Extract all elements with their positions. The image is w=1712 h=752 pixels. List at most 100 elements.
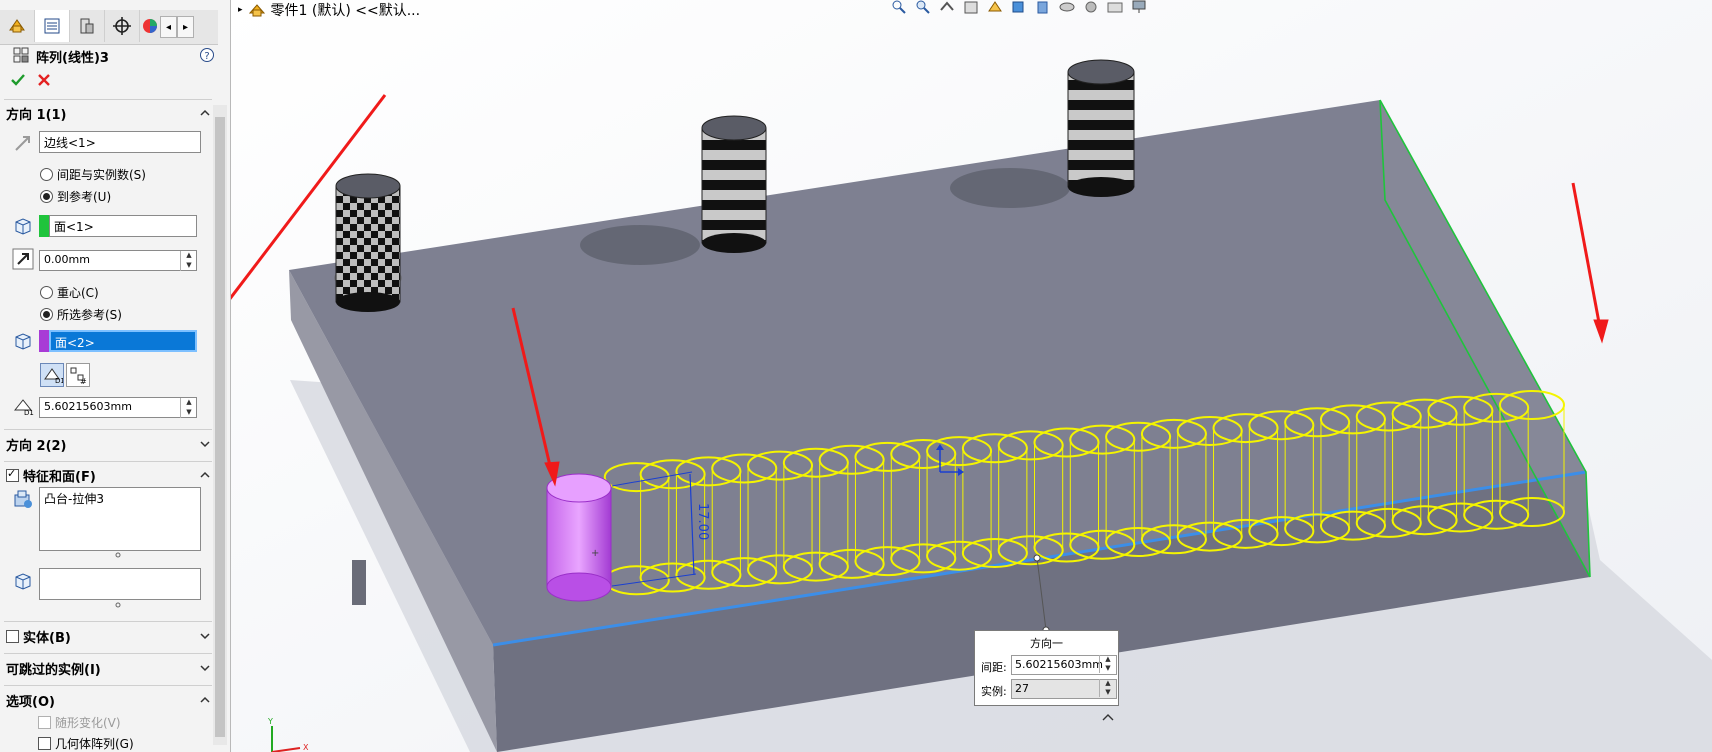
radio-selected-reference[interactable]: 所选参考(S) xyxy=(40,306,122,323)
feature-tree-breadcrumb[interactable]: ▸ 零件1 (默认) <<默认... xyxy=(238,0,420,20)
edit-appearance-icon[interactable] xyxy=(1082,0,1100,14)
faces-field[interactable] xyxy=(39,568,201,600)
vary-sketch-checkbox[interactable]: 随形变化(V) xyxy=(38,714,121,731)
configuration-manager-icon xyxy=(80,18,94,34)
features-checkbox[interactable]: 特征和面(F) xyxy=(6,466,96,485)
dimension-label[interactable]: 17.00 xyxy=(695,503,710,540)
tab-display-manager[interactable] xyxy=(140,10,160,42)
offset-arrow-icon[interactable] xyxy=(12,248,34,270)
support-post xyxy=(352,560,366,605)
radio-spacing-instances[interactable]: 间距与实例数(S) xyxy=(40,166,146,183)
checker-cylinder[interactable] xyxy=(334,173,402,312)
radio-centroid[interactable]: 重心(C) xyxy=(40,284,99,301)
spacing-input[interactable]: 5.60215603mm xyxy=(39,397,197,418)
spin-up-icon: ▲ xyxy=(1105,679,1111,687)
tab-scroll-left-button[interactable]: ◂ xyxy=(160,16,177,38)
bodies-header[interactable]: 实体(B) xyxy=(6,625,210,647)
chevron-down-icon xyxy=(200,441,210,448)
bodies-checkbox[interactable]: 实体(B) xyxy=(6,627,71,646)
radio-to-ref-label: 到参考(U) xyxy=(57,190,112,204)
options-header[interactable]: 选项(O) xyxy=(6,689,210,711)
features-label: 特征和面(F) xyxy=(23,469,96,485)
cancel-x-icon[interactable] xyxy=(36,72,52,88)
geometry-pattern-checkbox[interactable]: 几何体阵列(G) xyxy=(38,735,134,752)
graphics-viewport[interactable]: + 17.00 Y X xyxy=(231,0,1712,752)
features-list[interactable]: 凸台-拉伸3 xyxy=(39,487,201,551)
callout-anchor xyxy=(1033,554,1041,562)
previous-view-icon[interactable] xyxy=(938,0,956,14)
spin-down-icon: ▼ xyxy=(186,261,192,269)
faces-to-pattern-icon xyxy=(15,573,31,590)
help-icon[interactable]: ? xyxy=(199,47,215,63)
chevron-right-icon: ▸ xyxy=(182,21,189,33)
spacing-icon: D1 xyxy=(44,368,65,385)
chevron-down-icon xyxy=(200,633,210,640)
section-view-icon[interactable] xyxy=(962,0,980,14)
spin-down-icon: ▼ xyxy=(1105,664,1111,672)
ok-check-icon[interactable] xyxy=(10,72,26,88)
spin-down-icon: ▼ xyxy=(1105,688,1111,696)
page-title: 阵列(线性)3 xyxy=(36,51,109,66)
display-style-icon[interactable] xyxy=(1034,0,1052,14)
checkbox-box xyxy=(38,737,51,750)
crosshair-icon xyxy=(113,17,131,35)
offset-spinner[interactable]: ▲ ▼ xyxy=(180,251,197,271)
svg-text:?: ? xyxy=(204,51,209,62)
zoom-area-icon[interactable] xyxy=(914,0,932,14)
spin-up-icon: ▲ xyxy=(1105,655,1111,663)
direction1-header[interactable]: 方向 1(1) xyxy=(6,102,210,124)
heads-up-toolbar xyxy=(890,0,1148,14)
instance-count-mode-button[interactable]: # xyxy=(66,363,90,387)
svg-text:+: + xyxy=(591,548,599,559)
tab-scroll-right-button[interactable]: ▸ xyxy=(177,16,194,38)
spacing-spinner[interactable]: ▲ ▼ xyxy=(180,398,197,418)
checkbox-box xyxy=(6,467,19,482)
panel-scrollbar[interactable] xyxy=(213,105,227,745)
zoom-to-fit-icon[interactable] xyxy=(890,0,908,14)
callout-instances-spinner[interactable]: ▲ ▼ xyxy=(1099,679,1116,697)
view-orientation-icon[interactable] xyxy=(1010,0,1028,14)
radio-up-to-reference[interactable]: 到参考(U) xyxy=(40,188,111,205)
direction1-edge-field[interactable]: 边线<1> xyxy=(39,131,201,153)
expand-arrow-icon[interactable]: ▸ xyxy=(238,5,243,15)
seed-boss-cylinder[interactable]: + xyxy=(546,473,612,602)
direction-callout: 方向一 间距: 5.60215603mm 实例: 27 ▲ ▼ ▲ ▼ xyxy=(974,630,1119,706)
resize-handle-icon[interactable] xyxy=(115,602,121,608)
radio-selected-ref-label: 所选参考(S) xyxy=(57,308,122,322)
resize-handle-icon[interactable] xyxy=(115,552,121,558)
selected-reference-field[interactable]: 面<2> xyxy=(49,330,197,352)
tab-configuration-manager[interactable] xyxy=(70,10,105,42)
edge-direction-icon[interactable] xyxy=(12,132,34,154)
scrollbar-thumb[interactable] xyxy=(215,117,225,737)
appearance-icon xyxy=(143,19,157,33)
spacing-dimension-icon: D1 xyxy=(13,399,34,417)
list-item[interactable]: 凸台-拉伸3 xyxy=(44,490,196,507)
feature-manager-icon xyxy=(9,19,25,33)
part-icon xyxy=(248,4,265,17)
hide-show-icon[interactable] xyxy=(1058,0,1076,14)
features-header[interactable]: 特征和面(F) xyxy=(6,464,210,486)
skip-instances-header[interactable]: 可跳过的实例(I) xyxy=(6,657,210,679)
options-label: 选项(O) xyxy=(6,694,55,710)
dynamic-annotation-icon[interactable] xyxy=(986,0,1004,14)
apply-scene-icon[interactable] xyxy=(1106,0,1124,14)
direction2-header[interactable]: 方向 2(2) xyxy=(6,433,210,455)
selected-reference-face-icon[interactable] xyxy=(12,330,34,352)
callout-spacing-spinner[interactable]: ▲ ▼ xyxy=(1099,655,1116,673)
view-settings-icon[interactable] xyxy=(1130,0,1148,14)
part-name-label: 零件1 (默认) <<默认... xyxy=(270,3,421,19)
chevron-up-icon xyxy=(200,471,210,478)
tab-property-manager[interactable] xyxy=(35,10,70,42)
purple-selection-swatch xyxy=(39,330,49,352)
reference-face-icon[interactable] xyxy=(12,215,34,237)
reference-face-field[interactable]: 面<1> xyxy=(49,215,197,237)
callout-title: 方向一 xyxy=(1030,637,1063,650)
linear-pattern-icon xyxy=(13,47,29,63)
vary-sketch-label: 随形变化(V) xyxy=(55,716,121,730)
offset-distance-input[interactable]: 0.00mm xyxy=(39,250,197,271)
callout-instances-label: 实例: xyxy=(981,685,1007,698)
spacing-mode-button[interactable]: D1 xyxy=(40,363,65,387)
tab-feature-manager[interactable] xyxy=(0,10,35,42)
instance-count-icon: # xyxy=(70,367,87,386)
tab-dimxpert-manager[interactable] xyxy=(105,10,140,42)
